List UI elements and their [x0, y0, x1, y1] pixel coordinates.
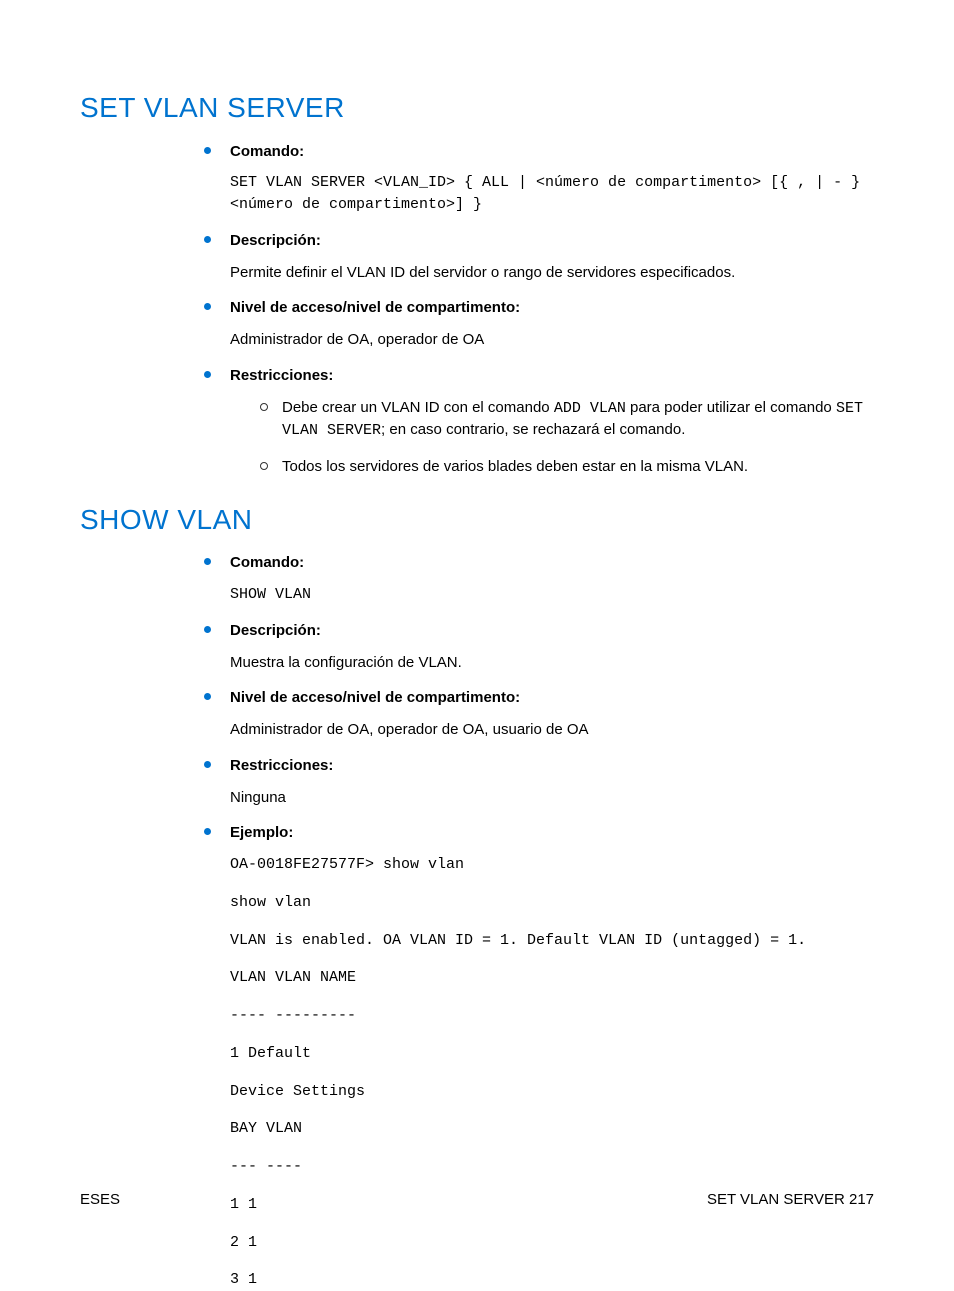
text-nivel: Administrador de OA, operador de OA	[230, 329, 874, 351]
text-restricciones-2: Ninguna	[230, 787, 874, 809]
ejemplo-line-2: VLAN is enabled. OA VLAN ID = 1. Default…	[230, 930, 874, 952]
restricciones-sublist: Debe crear un VLAN ID con el comando ADD…	[230, 397, 874, 478]
label-restricciones: Restricciones:	[230, 365, 874, 387]
item-nivel: Nivel de acceso/nivel de compartimento: …	[198, 297, 874, 351]
restriccion-1-mid: para poder utilizar el comando	[626, 399, 836, 416]
ejemplo-line-8: --- ----	[230, 1156, 874, 1178]
text-nivel-2: Administrador de OA, operador de OA, usu…	[230, 719, 874, 741]
set-vlan-server-list: Comando: SET VLAN SERVER <VLAN_ID> { ALL…	[80, 141, 874, 478]
show-vlan-list: Comando: SHOW VLAN Descripción: Muestra …	[80, 552, 874, 1291]
text-descripcion: Permite definir el VLAN ID del servidor …	[230, 262, 874, 284]
label-comando-2: Comando:	[230, 552, 874, 574]
restriccion-2: Todos los servidores de varios blades de…	[256, 456, 874, 478]
item-descripcion: Descripción: Permite definir el VLAN ID …	[198, 230, 874, 284]
item-nivel-2: Nivel de acceso/nivel de compartimento: …	[198, 687, 874, 741]
label-nivel: Nivel de acceso/nivel de compartimento:	[230, 297, 874, 319]
code-comando: SET VLAN SERVER <VLAN_ID> { ALL | <númer…	[230, 172, 874, 216]
ejemplo-line-10: 2 1	[230, 1232, 874, 1254]
item-restricciones: Restricciones: Debe crear un VLAN ID con…	[198, 365, 874, 478]
item-ejemplo: Ejemplo: OA-0018FE27577F> show vlan show…	[198, 822, 874, 1291]
restriccion-1-code1: ADD VLAN	[554, 400, 626, 417]
page-footer: ESES SET VLAN SERVER 217	[80, 1189, 874, 1211]
footer-right: SET VLAN SERVER 217	[707, 1189, 874, 1211]
label-nivel-2: Nivel de acceso/nivel de compartimento:	[230, 687, 874, 709]
restriccion-1: Debe crear un VLAN ID con el comando ADD…	[256, 397, 874, 443]
ejemplo-line-6: Device Settings	[230, 1081, 874, 1103]
heading-set-vlan-server: SET VLAN SERVER	[80, 88, 874, 129]
page: SET VLAN SERVER Comando: SET VLAN SERVER…	[0, 0, 954, 1271]
label-restricciones-2: Restricciones:	[230, 755, 874, 777]
footer-left: ESES	[80, 1189, 120, 1211]
ejemplo-line-1: show vlan	[230, 892, 874, 914]
ejemplo-line-3: VLAN VLAN NAME	[230, 967, 874, 989]
label-comando: Comando:	[230, 141, 874, 163]
ejemplo-line-7: BAY VLAN	[230, 1118, 874, 1140]
restriccion-1-post: ; en caso contrario, se rechazará el com…	[381, 421, 685, 438]
ejemplo-line-0: OA-0018FE27577F> show vlan	[230, 854, 874, 876]
item-comando-2: Comando: SHOW VLAN	[198, 552, 874, 606]
ejemplo-line-4: ---- ---------	[230, 1005, 874, 1027]
label-descripcion: Descripción:	[230, 230, 874, 252]
label-descripcion-2: Descripción:	[230, 620, 874, 642]
restriccion-1-pre: Debe crear un VLAN ID con el comando	[282, 399, 554, 416]
item-descripcion-2: Descripción: Muestra la configuración de…	[198, 620, 874, 674]
ejemplo-block: OA-0018FE27577F> show vlan show vlan VLA…	[230, 854, 874, 1291]
item-comando: Comando: SET VLAN SERVER <VLAN_ID> { ALL…	[198, 141, 874, 216]
heading-show-vlan: SHOW VLAN	[80, 500, 874, 541]
code-comando-2: SHOW VLAN	[230, 584, 874, 606]
ejemplo-line-11: 3 1	[230, 1269, 874, 1291]
label-ejemplo: Ejemplo:	[230, 822, 874, 844]
item-restricciones-2: Restricciones: Ninguna	[198, 755, 874, 809]
text-descripcion-2: Muestra la configuración de VLAN.	[230, 652, 874, 674]
ejemplo-line-5: 1 Default	[230, 1043, 874, 1065]
